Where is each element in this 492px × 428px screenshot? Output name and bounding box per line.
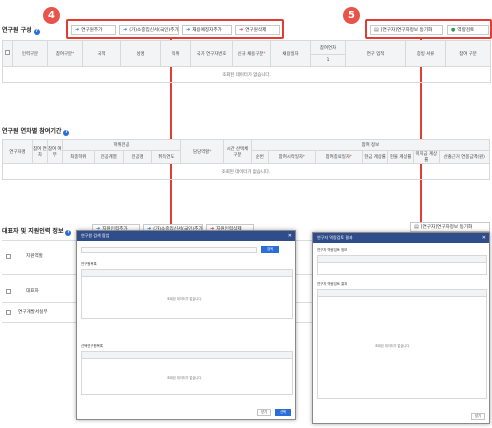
col-seq: 순번 [250, 150, 269, 164]
empty-message: 조회된 데이터가 없습니다. [2, 163, 490, 180]
researcher-list-table [81, 269, 293, 319]
col-end-date: 참여종료일자* [314, 150, 363, 164]
section-a-label: 연구자 역량검토 정보 [317, 248, 348, 252]
competency-result-popup: 연구자 역량검토 결과 ✕ 연구자 역량검토 정보 연구자 역량검토 결과 조회… [312, 232, 490, 424]
col-participation-year: 참여연차 [310, 40, 346, 55]
col-degree-major: 학위전공 [61, 139, 182, 151]
col-evidence-docs: 증빙 서류 [405, 40, 446, 67]
col-hire-date: 채용일자 [270, 40, 311, 67]
row-checkbox[interactable] [6, 289, 11, 296]
col-personnel-type: 인력구분 [12, 40, 48, 67]
callout-5: 5 [343, 7, 360, 24]
callout-box-5 [365, 19, 492, 39]
col-name: 성명 [120, 40, 161, 67]
researcher-table: 인력구분 참여구분* 국적 성명 직위 국가 연구자번호 신규 채용구분* 채용… [2, 40, 491, 83]
col-role: 담당역할* [180, 139, 224, 164]
search-button[interactable]: 검색 [261, 246, 279, 253]
col-participation-status: 참여 구분 [445, 40, 491, 67]
col-major-field: 전공계열 [93, 150, 124, 164]
col-acquired-year: 취득연도 [151, 150, 182, 164]
col-participation-year: 참여 연차 [31, 139, 48, 164]
callout-4: 4 [43, 7, 60, 24]
col-participation-info: 참여 정보 [250, 139, 491, 151]
section2-title: 연구원 연차별 참여기간? [2, 128, 70, 136]
section-a-label: 연구원목록 [81, 262, 97, 266]
col-researcher-name: 연구자명 [2, 139, 33, 164]
competency-info-table [317, 255, 487, 275]
col-research-achievement: 연구 업적 [345, 40, 406, 67]
row-rnd-practitioner: 연구개발서실무 [18, 310, 48, 315]
participation-year-value: 1 [310, 54, 346, 67]
col-inkind-rate: 현물 계상률 [387, 150, 414, 164]
popup-title: 연구자 역량검토 결과 [317, 235, 353, 240]
section-b-label: 선택연구원목록 [81, 344, 103, 348]
col-unpaid-rate: 미지급 계상률 [412, 150, 440, 164]
callout-box-4 [66, 19, 284, 39]
search-row[interactable] [81, 247, 257, 253]
col-cash-rate: 현금 계상률 [361, 150, 389, 164]
help-icon[interactable]: ? [33, 29, 40, 35]
section3-title: 대표자 및 지원인력 정보? [2, 228, 72, 236]
empty-message: 조회된 데이터가 없습니다. [375, 344, 411, 348]
col-participation-type: 참여구분* [47, 40, 83, 67]
col-support-role: 지원역할 [26, 254, 43, 259]
sync-researcher-info-button-2[interactable]: ▤ [연구자]연구자정보 동기화 [410, 222, 490, 232]
popup-title: 연구원 검색 팝업 [81, 233, 110, 238]
close-button[interactable]: 닫기 [471, 413, 485, 420]
help-icon[interactable]: ? [63, 130, 70, 136]
selected-researcher-table [81, 351, 293, 395]
select-button[interactable]: 선택 [275, 409, 291, 416]
help-icon[interactable]: ? [65, 230, 72, 236]
section-b-label: 연구자 역량검토 결과 [317, 282, 348, 286]
col-salary-basis: 산출근거 연봉금액(원) [438, 150, 491, 164]
col-new-hire: 신규 채용구분* [232, 40, 271, 67]
section1-title: 연구원 구성? [2, 27, 40, 35]
empty-message: 조회된 데이터가 없습니다. [167, 376, 203, 380]
empty-message: 조회된 데이터가 없습니다. [167, 297, 203, 301]
participation-period-table: 연구자명 참여 연차 참여 여부 학위전공 담당역할* 시간 산택체 구분 참여… [2, 139, 491, 180]
close-icon[interactable]: ✕ [482, 233, 486, 243]
col-participation-flag: 참여 여부 [46, 139, 63, 164]
empty-message: 조회된 데이터가 없습니다. [2, 66, 491, 83]
col-time-system: 시간 산택체 구분 [222, 139, 252, 164]
col-final-degree: 최종학위 [61, 150, 95, 164]
row-representative: 대표자 [26, 289, 39, 294]
close-button[interactable]: 닫기 [257, 409, 271, 416]
select-all-checkbox[interactable] [2, 40, 13, 67]
col-start-date: 참여시작일자* [267, 150, 316, 164]
row-checkbox[interactable] [6, 310, 11, 317]
col-national-researcher-no: 국가 연구자번호 [190, 40, 233, 67]
col-major-name: 전공명 [122, 150, 153, 164]
col-position: 직위 [160, 40, 191, 67]
close-icon[interactable]: ✕ [288, 231, 292, 241]
row-checkbox[interactable] [6, 254, 11, 261]
sync-icon: ▤ [414, 224, 419, 230]
col-nationality: 국적 [82, 40, 121, 67]
researcher-search-popup: 연구원 검색 팝업 ✕ 검색 연구원목록 조회된 데이터가 없습니다. 선택연구… [76, 230, 296, 420]
